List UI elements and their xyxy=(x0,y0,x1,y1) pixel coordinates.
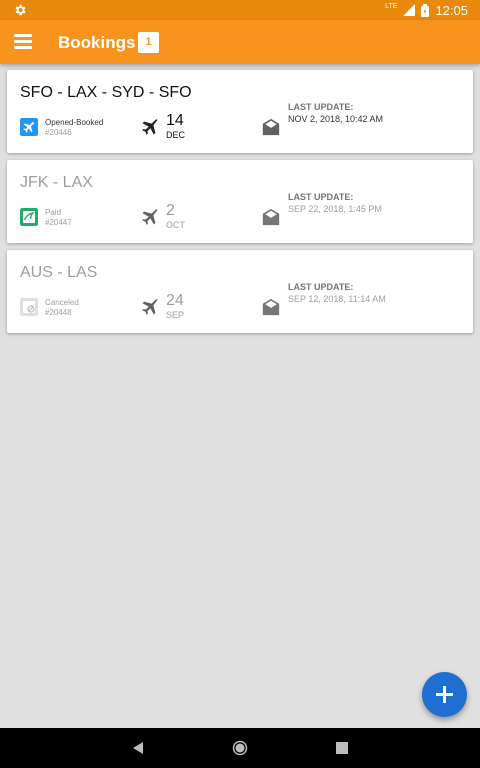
booking-status: Opened-Booked xyxy=(45,118,104,127)
departure-month: DEC xyxy=(166,130,186,140)
booking-status: Canceled xyxy=(45,298,79,307)
hamburger-menu-icon[interactable] xyxy=(14,34,32,50)
canceled-status-icon xyxy=(20,298,38,316)
booking-card[interactable]: AUS - LAS Canceled #20448 24 SEP LAST UP… xyxy=(7,250,473,333)
network-type-label: LTE xyxy=(385,2,398,10)
open-mail-icon xyxy=(262,298,280,316)
booking-route: JFK - LAX xyxy=(20,174,93,191)
airplane-icon xyxy=(142,209,158,225)
status-bar: LTE 12:05 xyxy=(0,0,480,20)
booking-route: SFO - LAX - SYD - SFO xyxy=(20,84,192,101)
last-update-value: NOV 2, 2018, 10:42 AM xyxy=(288,114,384,124)
paid-status-icon xyxy=(20,208,38,226)
clock-time: 12:05 xyxy=(435,2,468,18)
booking-number: #20447 xyxy=(45,218,72,227)
last-update-label: LAST UPDATE: xyxy=(288,102,354,112)
battery-icon xyxy=(421,3,430,17)
signal-icon xyxy=(403,4,416,16)
app-bar: Bookings 1 xyxy=(0,20,480,64)
booking-card[interactable]: JFK - LAX Paid #20447 2 OCT LAST UPDATE:… xyxy=(7,160,473,243)
booking-route: AUS - LAS xyxy=(20,264,98,281)
departure-month: SEP xyxy=(166,310,185,320)
departure-day: 24 xyxy=(166,292,184,309)
booking-status: Paid xyxy=(45,208,62,217)
recent-apps-icon[interactable] xyxy=(335,741,349,755)
home-icon[interactable] xyxy=(232,740,248,756)
booked-status-icon xyxy=(20,118,38,136)
plus-icon xyxy=(436,686,453,703)
last-update-label: LAST UPDATE: xyxy=(288,192,354,202)
last-update-value: SEP 22, 2018, 1:45 PM xyxy=(288,204,382,214)
booking-card[interactable]: SFO - LAX - SYD - SFO Opened-Booked #204… xyxy=(7,70,473,153)
last-update-label: LAST UPDATE: xyxy=(288,282,354,292)
system-navigation-bar xyxy=(0,728,480,768)
airplane-icon xyxy=(142,119,158,135)
last-update-value: SEP 12, 2018, 11:14 AM xyxy=(288,294,386,304)
departure-day: 2 xyxy=(166,202,175,219)
departure-day: 14 xyxy=(166,112,184,129)
page-title: Bookings xyxy=(58,33,136,52)
open-mail-icon xyxy=(262,208,280,226)
booking-number: #20448 xyxy=(45,308,72,317)
back-icon[interactable] xyxy=(130,740,146,756)
departure-month: OCT xyxy=(166,220,185,230)
settings-gear-icon xyxy=(15,4,26,16)
open-mail-icon xyxy=(262,118,280,136)
airplane-icon xyxy=(142,299,158,315)
add-booking-button[interactable] xyxy=(422,672,467,717)
booking-number: #20446 xyxy=(45,128,72,137)
bookings-count-badge: 1 xyxy=(138,32,159,53)
